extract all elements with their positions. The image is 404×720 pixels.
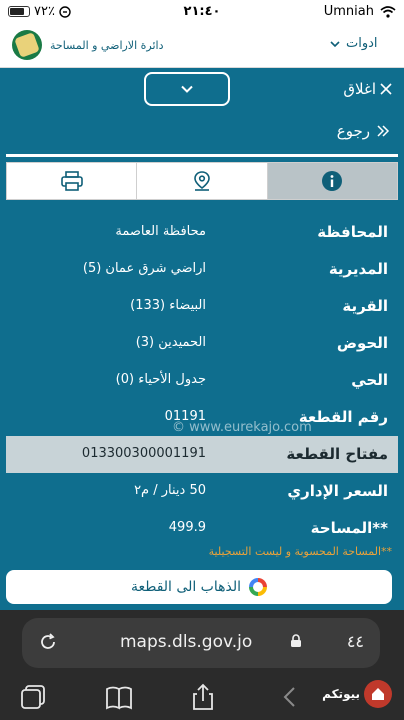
governorate-value: محافظة العاصمة — [115, 224, 206, 239]
tab-location[interactable] — [136, 163, 266, 199]
back-label: رجوع — [336, 122, 370, 140]
back-nav-icon[interactable] — [280, 682, 300, 712]
info-row-basin: الحوض الحميدين (3) — [0, 325, 404, 362]
browser-chrome: maps.dls.gov.jo ٤٤ بيوتكم — [0, 610, 404, 720]
basin-value: الحميدين (3) — [135, 335, 206, 350]
go-to-parcel-label: الذهاب الى القطعة — [130, 579, 242, 595]
watermark: © www.eurekajo.com — [172, 420, 312, 435]
close-icon — [380, 83, 392, 95]
tab-bar — [6, 162, 398, 200]
area-value: 499.9 — [168, 520, 206, 535]
neighborhood-value: جدول الأحياء (0) — [115, 372, 206, 387]
reload-icon[interactable] — [38, 632, 58, 652]
map-pin-icon — [194, 171, 210, 191]
chevron-down-icon — [330, 40, 340, 47]
info-row-neighborhood: الحي جدول الأحياء (0) — [0, 362, 404, 399]
go-to-parcel-button[interactable]: الذهاب الى القطعة — [6, 570, 392, 604]
tab-print[interactable] — [7, 163, 136, 199]
chevron-down-icon — [181, 85, 193, 93]
area-footnote: **المساحة المحسوبة و ليست التسجيلية — [208, 545, 392, 558]
printer-icon — [60, 171, 83, 191]
directorate-value: اراضي شرق عمان (5) — [82, 261, 206, 276]
app-header: دائرة الاراضي و المساحة ادوات — [0, 24, 404, 68]
info-row-parcel-key[interactable]: مفتاح القطعة 013300300001191 — [6, 436, 398, 473]
brand-logo-icon — [364, 680, 392, 708]
governorate-label: المحافظة — [317, 223, 388, 241]
share-icon[interactable] — [188, 682, 218, 712]
info-row-area: المساحة** 499.9 — [0, 510, 404, 547]
neighborhood-label: الحي — [351, 371, 388, 389]
close-label: اغلاق — [343, 80, 376, 98]
parcel-info-list: المحافظة محافظة العاصمة المديرية اراضي ش… — [0, 214, 404, 547]
carrier-name: Umniah — [323, 4, 374, 19]
page: { "status_bar": { "battery": "٧٢٪", "tim… — [0, 0, 404, 720]
double-chevron-right-icon — [377, 125, 390, 137]
village-value: البيضاء (133) — [130, 298, 206, 313]
tab-info[interactable] — [266, 163, 397, 199]
wifi-icon — [380, 5, 396, 18]
address-bar[interactable]: maps.dls.gov.jo ٤٤ — [22, 618, 380, 668]
site-brand-badge: بيوتكم — [322, 680, 392, 708]
logo-text: دائرة الاراضي و المساحة — [50, 38, 164, 52]
village-label: القرية — [342, 297, 388, 315]
basin-label: الحوض — [336, 334, 388, 352]
info-row-village: القرية البيضاء (133) — [0, 288, 404, 325]
status-bar: ٧٢٪ ٢١:٤٠ Umniah — [0, 0, 404, 24]
text-size-button[interactable]: ٤٤ — [347, 632, 364, 651]
tabs-icon[interactable] — [18, 682, 48, 712]
google-icon — [249, 578, 268, 596]
admin-price-label: السعر الإداري — [287, 482, 388, 500]
logo-icon — [12, 30, 42, 60]
close-bar: اغلاق — [0, 68, 404, 112]
info-row-governorate: المحافظة محافظة العاصمة — [0, 214, 404, 251]
admin-price-value: 50 دينار / م٢ — [134, 483, 206, 498]
dls-logo[interactable]: دائرة الاراضي و المساحة — [12, 30, 164, 60]
browser-toolbar: بيوتكم — [0, 676, 404, 720]
parcel-key-value: 013300300001191 — [81, 446, 206, 461]
tools-label: ادوات — [346, 36, 378, 51]
lock-icon — [291, 634, 301, 647]
back-button[interactable]: رجوع — [337, 122, 390, 140]
parcel-number-label: رقم القطعة — [298, 408, 388, 426]
divider — [6, 154, 398, 157]
tools-menu-button[interactable]: ادوات — [330, 36, 378, 51]
area-label: المساحة** — [310, 519, 388, 537]
close-button[interactable]: اغلاق — [343, 80, 392, 98]
network-status: Umniah — [324, 4, 396, 19]
info-row-admin-price: السعر الإداري 50 دينار / م٢ — [0, 473, 404, 510]
brand-text: بيوتكم — [322, 687, 360, 701]
url-text: maps.dls.gov.jo — [120, 632, 253, 652]
parcel-key-label: مفتاح القطعة — [286, 445, 388, 463]
bookmarks-icon[interactable] — [104, 682, 134, 712]
info-row-directorate: المديرية اراضي شرق عمان (5) — [0, 251, 404, 288]
directorate-label: المديرية — [328, 260, 388, 278]
info-icon — [322, 171, 343, 191]
collapse-dropdown-button[interactable] — [144, 72, 230, 106]
